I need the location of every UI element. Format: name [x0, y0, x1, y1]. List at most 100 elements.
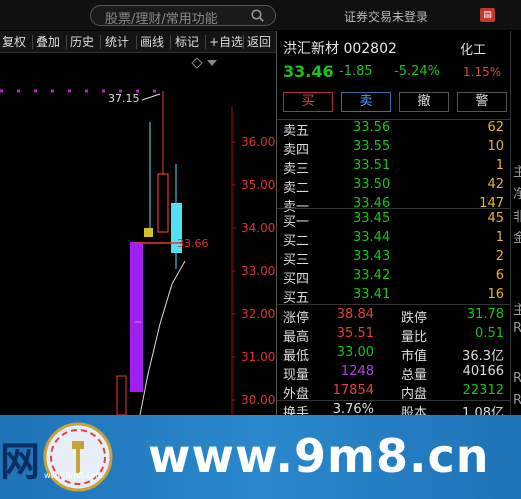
orderbook-row[interactable]: 买二 33.44 1 [277, 229, 510, 249]
search-icon[interactable] [251, 9, 264, 22]
orderbook-volume: 1 [495, 158, 504, 173]
kline-chart-svg: 36.00 35.00 34.00 33.00 32.00 31.00 30.0… [0, 57, 275, 415]
edge-label: 净 [513, 183, 521, 202]
orderbook-volume: 6 [495, 268, 504, 283]
orderbook-label: 卖四 [283, 143, 310, 158]
stock-name-code: 洪汇新材 002802 [283, 41, 397, 57]
candle [144, 228, 153, 237]
app-menu-icon[interactable]: ▤ [480, 8, 495, 22]
toolbar-divider [32, 35, 33, 49]
stat-value: 40166 [462, 364, 504, 379]
buy-button[interactable]: 买 [283, 92, 333, 112]
toolbar-overlay-button[interactable]: 叠加 [34, 33, 60, 51]
orderbook-row[interactable]: 卖五 33.56 62 [277, 119, 510, 139]
orderbook-label: 买一 [283, 215, 310, 230]
price-label: 31.00 [241, 350, 275, 364]
side-panel-edge: 主 净 非 金 主 R R R [510, 31, 521, 415]
orderbook-price: 33.42 [353, 268, 391, 283]
toolbar-divider [243, 35, 244, 49]
stat-label: 最高 [283, 330, 310, 345]
toolbar-add-watchlist-button[interactable]: +自选 [207, 33, 243, 51]
orderbook-price: 33.44 [353, 230, 391, 245]
orderbook-price: 33.43 [353, 249, 391, 264]
orderbook-row[interactable]: 买四 33.42 6 [277, 267, 510, 287]
sector-name[interactable]: 化工 [460, 39, 486, 58]
stat-value: 1248 [340, 364, 374, 379]
stat-label: 总量 [401, 368, 428, 383]
section-divider [277, 304, 510, 305]
kline-chart[interactable]: 36.00 35.00 34.00 33.00 32.00 31.00 30.0… [0, 54, 276, 415]
stat-value: 36.3亿 [462, 349, 504, 364]
toolbar-mark-button[interactable]: 标记 [173, 33, 199, 51]
orderbook-row[interactable]: 买五 33.41 16 [277, 286, 510, 306]
toolbar-divider [205, 35, 206, 49]
orderbook-volume: 45 [487, 211, 504, 226]
orderbook-volume: 16 [487, 287, 504, 302]
stat-label: 涨停 [283, 311, 310, 326]
quote-panel: 洪汇新材 002802 化工 33.46 -1.85 -5.24% 1.15% … [277, 31, 510, 421]
price-label: 33.00 [241, 264, 275, 278]
orderbook-price: 33.51 [353, 158, 391, 173]
candle [171, 164, 182, 269]
current-price: 33.46 [283, 62, 334, 81]
stats-row: 外盘 17854 内盘 22312 [277, 382, 510, 402]
orderbook-volume: 62 [487, 120, 504, 135]
candle [116, 375, 127, 415]
top-bar: 股票/理财/常用功能 证券交易未登录 ▤ [0, 0, 521, 30]
chart-collapse-icon[interactable] [207, 60, 217, 66]
orderbook-price: 33.41 [353, 287, 391, 302]
orderbook-price: 33.50 [353, 177, 391, 192]
toolbar-fuquan-button[interactable]: 复权 [0, 33, 26, 51]
orderbook-label: 买三 [283, 253, 310, 268]
candle [130, 242, 143, 392]
search-box[interactable]: 股票/理财/常用功能 [90, 5, 276, 27]
stat-label: 最低 [283, 349, 310, 364]
toolbar-draw-button[interactable]: 画线 [138, 33, 164, 51]
watermark-left-glyph: 网 [0, 439, 40, 485]
price-label: 36.00 [241, 135, 275, 149]
edge-label: 非 [513, 206, 521, 225]
toolbar-history-button[interactable]: 历史 [68, 33, 94, 51]
candle [157, 91, 169, 233]
alert-button[interactable]: 警 [457, 92, 507, 112]
toolbar-divider [170, 35, 171, 49]
price-change-pct: -5.24% [394, 64, 440, 79]
toolbar-divider [66, 35, 67, 49]
toolbar-divider [100, 35, 101, 49]
orderbook-volume: 10 [487, 139, 504, 154]
stats-row: 最高 35.51 量比 0.51 [277, 325, 510, 345]
edge-label: 主 [513, 299, 521, 318]
orderbook-row[interactable]: 卖三 33.51 1 [277, 157, 510, 177]
orderbook-price: 33.56 [353, 120, 391, 135]
stat-value: 31.78 [466, 307, 504, 322]
price-label: 34.00 [241, 221, 275, 235]
toolbar-back-button[interactable]: 返回 [245, 33, 271, 51]
chart-diamond-icon[interactable] [191, 57, 203, 69]
orderbook-row[interactable]: 买三 33.43 2 [277, 248, 510, 268]
orderbook-label: 卖三 [283, 162, 310, 177]
orderbook-label: 买二 [283, 234, 310, 249]
trade-login-status[interactable]: 证券交易未登录 [344, 8, 428, 25]
orderbook-row[interactable]: 买一 33.45 45 [277, 210, 510, 230]
search-input[interactable]: 股票/理财/常用功能 [105, 8, 218, 27]
stats-row: 涨停 38.84 跌停 31.78 [277, 306, 510, 326]
toolbar-divider [136, 35, 137, 49]
site-logo-icon [43, 422, 113, 492]
cancel-order-button[interactable]: 撤 [399, 92, 449, 112]
orderbook-row[interactable]: 卖二 33.50 42 [277, 176, 510, 196]
edge-label: R [513, 393, 521, 408]
stat-value: 22312 [462, 383, 504, 398]
watermark-banner: 网 www.9m8.com www.9m8.cn [0, 415, 521, 499]
edge-label: R [513, 321, 521, 336]
toolbar-stats-button[interactable]: 统计 [103, 33, 129, 51]
edge-label: 金 [513, 227, 521, 246]
section-divider [277, 208, 510, 209]
orderbook-price: 33.55 [353, 139, 391, 154]
price-ticks [232, 141, 236, 401]
orderbook-row[interactable]: 卖四 33.55 10 [277, 138, 510, 158]
price-change: -1.85 [339, 64, 373, 79]
stats-row: 最低 33.00 市值 36.3亿 [277, 344, 510, 364]
sell-button[interactable]: 卖 [341, 92, 391, 112]
stat-label: 市值 [401, 349, 428, 364]
stat-value: 35.51 [336, 326, 374, 341]
